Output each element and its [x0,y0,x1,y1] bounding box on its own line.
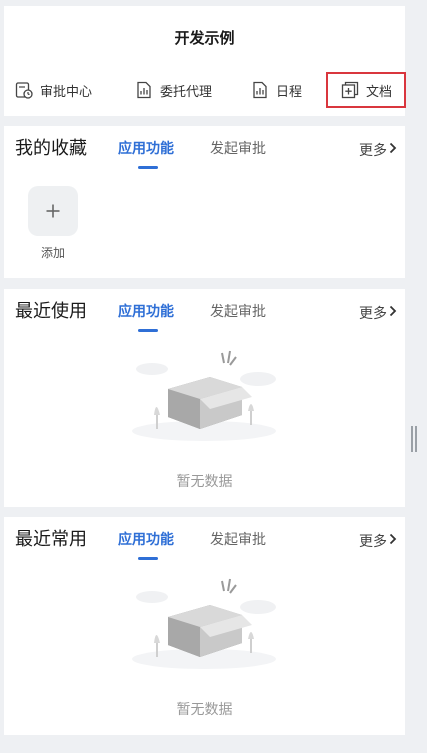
empty-state-text: 暂无数据 [176,474,233,490]
delegate-chart-icon [134,80,154,100]
handle-bar [415,426,417,452]
more-link[interactable]: 更多 [359,531,397,551]
tab-active-indicator [138,166,158,169]
tab-label: 发起审批 [210,141,266,157]
document-add-icon [340,80,360,100]
page-title: 开发示例 [174,29,235,47]
quick-action-document[interactable]: 文档 [326,72,406,108]
recent-used-section: 最近使用 应用功能 发起审批 更多 暂无数据 [4,289,405,507]
tab-start-approval[interactable]: 发起审批 [210,529,266,551]
tab-label: 应用功能 [118,304,174,320]
tab-app-functions[interactable]: 应用功能 [118,138,174,169]
quick-action-label: 日程 [276,84,303,100]
chevron-right-icon [389,533,397,549]
quick-action-delegate[interactable]: 委托代理 [134,74,216,106]
tab-start-approval[interactable]: 发起审批 [210,301,266,323]
empty-state-text: 暂无数据 [176,702,233,718]
chevron-right-icon [389,142,397,158]
tab-label: 应用功能 [118,532,174,548]
favorites-section: 我的收藏 应用功能 发起审批 更多 添加 [4,126,405,278]
quick-action-label: 委托代理 [160,84,213,100]
section-title: 最近常用 [15,529,87,550]
header-card: 开发示例 审批中心 委托代理 日程 文档 [4,6,406,116]
more-label: 更多 [359,143,387,159]
app-container: 开发示例 审批中心 委托代理 日程 文档 我的收藏 应用功能 发起审批 更多 添… [4,0,406,753]
tab-app-functions[interactable]: 应用功能 [118,301,174,332]
empty-box-illustration [124,331,284,443]
quick-action-label: 审批中心 [40,84,93,100]
empty-box-illustration [124,559,284,671]
quick-action-schedule[interactable]: 日程 [250,74,306,106]
recent-common-section: 最近常用 应用功能 发起审批 更多 暂无数据 [4,517,405,735]
more-label: 更多 [359,306,387,322]
tab-start-approval[interactable]: 发起审批 [210,138,266,160]
tab-label: 发起审批 [210,532,266,548]
tab-app-functions[interactable]: 应用功能 [118,529,174,560]
quick-action-approval-center[interactable]: 审批中心 [14,74,98,106]
add-label: 添加 [40,246,65,260]
approval-clock-icon [14,80,34,100]
resize-handle[interactable] [411,426,417,452]
tab-label: 发起审批 [210,304,266,320]
tab-label: 应用功能 [118,141,174,157]
chevron-right-icon [389,305,397,321]
more-link[interactable]: 更多 [359,140,397,160]
add-favorite-button[interactable] [28,186,78,236]
plus-icon [45,196,61,226]
handle-bar [411,426,413,452]
more-link[interactable]: 更多 [359,303,397,323]
section-title: 我的收藏 [15,138,87,159]
more-label: 更多 [359,534,387,550]
section-title: 最近使用 [15,301,87,322]
schedule-chart-icon [250,80,270,100]
quick-action-label: 文档 [366,84,393,100]
